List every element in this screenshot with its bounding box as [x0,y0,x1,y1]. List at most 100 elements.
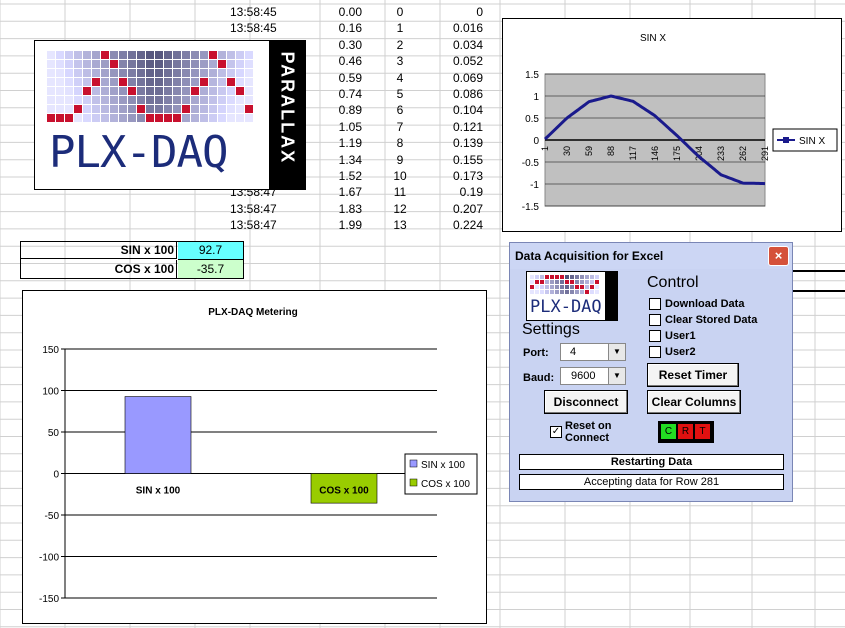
port-select[interactable]: 4 ▼ [560,343,626,361]
sheet-cell-c[interactable]: 0.139 [430,135,483,152]
sheet-border-line [792,290,845,292]
mosaic-tile [101,60,109,68]
mosaic-tile [155,87,163,95]
sheet-cell-v[interactable]: 0.00 [300,4,362,21]
sheet-cell-c[interactable]: 0 [430,4,483,21]
sheet-cell-n[interactable]: 5 [380,86,420,103]
sheet-cell-time[interactable]: 13:58:47 [230,201,280,218]
sheet-cell-v[interactable]: 0.30 [300,37,362,54]
mosaic-tile [92,60,100,68]
close-icon[interactable]: × [768,246,789,266]
user2-checkbox[interactable] [649,346,661,358]
sheet-cell-v[interactable]: 0.16 [300,20,362,37]
sheet-cell-n[interactable]: 4 [380,70,420,87]
baud-select[interactable]: 9600 ▼ [560,367,626,385]
sheet-cell-v[interactable]: 0.89 [300,102,362,119]
mosaic-tile [530,290,534,294]
sheet-cell-v[interactable]: 1.83 [300,201,362,218]
mosaic-tile [218,114,226,122]
mosaic-tile [550,280,554,284]
sheet-cell-c[interactable]: 0.034 [430,37,483,54]
sheet-cell-n[interactable]: 11 [380,184,420,201]
sheet-cell-c[interactable]: 0.224 [430,217,483,234]
mosaic-tile [92,105,100,113]
sheet-cell-c[interactable]: 0.069 [430,70,483,87]
disconnect-button[interactable]: Disconnect [544,390,628,414]
mosaic-tile [540,285,544,289]
mosaic-tile [110,87,118,95]
sheet-cell-c[interactable]: 0.19 [430,184,483,201]
mosaic-red-tile [555,275,559,279]
mosaic-tile [200,96,208,104]
sheet-cell-n[interactable]: 10 [380,168,420,185]
sheet-cell-time[interactable]: 13:58:45 [230,20,280,37]
mosaic-tile [245,60,253,68]
mosaic-tile [83,69,91,77]
mosaic-tile [580,290,584,294]
mosaic-tile [164,51,172,59]
mosaic-tile [191,69,199,77]
mosaic-tile [146,69,154,77]
sheet-cell-time[interactable]: 13:58:47 [230,217,280,234]
sheet-cell-v[interactable]: 0.74 [300,86,362,103]
y-tick-label: 100 [42,387,59,398]
sheet-cell-c[interactable]: 0.104 [430,102,483,119]
chevron-down-icon[interactable]: ▼ [608,344,625,360]
chevron-down-icon[interactable]: ▼ [608,368,625,384]
sheet-cell-n[interactable]: 7 [380,119,420,136]
receive-indicator: R [678,424,693,439]
user1-checkbox[interactable] [649,330,661,342]
mosaic-tile [65,87,73,95]
mosaic-red-tile [110,60,118,68]
sheet-cell-c[interactable]: 0.173 [430,168,483,185]
mosaic-tile [155,96,163,104]
mosaic-tile [530,280,534,284]
x-tick-label: 1 [540,146,550,151]
sheet-cell-v[interactable]: 1.34 [300,152,362,169]
mosaic-tile [560,280,564,284]
reset-on-connect-checkbox[interactable]: ✓ [550,426,562,438]
sheet-cell-c[interactable]: 0.052 [430,53,483,70]
sheet-cell-v[interactable]: 1.99 [300,217,362,234]
sheet-cell-n[interactable]: 13 [380,217,420,234]
sheet-cell-c[interactable]: 0.086 [430,86,483,103]
sheet-cell-c[interactable]: 0.207 [430,201,483,218]
sheet-cell-n[interactable]: 1 [380,20,420,37]
dialog-titlebar[interactable]: Data Acquisition for Excel × [510,243,792,269]
sheet-cell-v[interactable]: 0.59 [300,70,362,87]
clear-columns-button[interactable]: Clear Columns [647,390,741,414]
reset-timer-button[interactable]: Reset Timer [647,363,739,387]
sheet-cell-v[interactable]: 1.52 [300,168,362,185]
mosaic-red-tile [173,114,181,122]
legend-swatch [409,478,418,487]
dialog-logo: PLX-DAQ [526,271,618,321]
x-tick-label: 59 [584,146,594,156]
mosaic-tile [92,87,100,95]
sheet-cell-n[interactable]: 8 [380,135,420,152]
mosaic-tile [65,105,73,113]
mosaic-tile [530,275,534,279]
sheet-cell-time[interactable]: 13:58:45 [230,4,280,21]
mosaic-tile [245,51,253,59]
clear-stored-checkbox[interactable] [649,314,661,326]
download-data-checkbox[interactable] [649,298,661,310]
mosaic-tile [209,69,217,77]
mosaic-tile [540,275,544,279]
sheet-cell-c[interactable]: 0.155 [430,152,483,169]
sheet-cell-v[interactable]: 0.46 [300,53,362,70]
mosaic-tile [56,60,64,68]
sheet-cell-n[interactable]: 9 [380,152,420,169]
mosaic-tile [590,290,594,294]
sheet-cell-v[interactable]: 1.05 [300,119,362,136]
sheet-cell-n[interactable]: 2 [380,37,420,54]
sheet-cell-v[interactable]: 1.67 [300,184,362,201]
sheet-cell-n[interactable]: 12 [380,201,420,218]
sheet-cell-n[interactable]: 3 [380,53,420,70]
mosaic-tile [227,114,235,122]
sheet-cell-n[interactable]: 0 [380,4,420,21]
sheet-cell-n[interactable]: 6 [380,102,420,119]
sheet-cell-c[interactable]: 0.016 [430,20,483,37]
sheet-cell-c[interactable]: 0.121 [430,119,483,136]
sheet-cell-v[interactable]: 1.19 [300,135,362,152]
mosaic-tile [47,60,55,68]
